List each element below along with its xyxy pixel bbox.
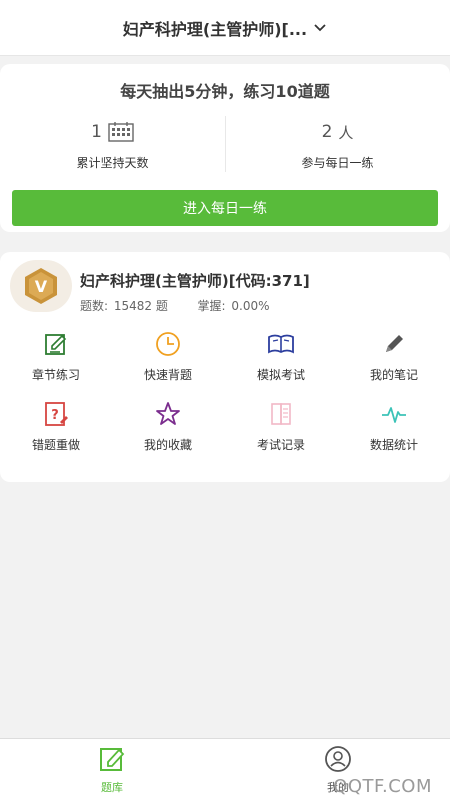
question-count-label: 题数:	[80, 299, 109, 313]
record-book-icon	[271, 403, 291, 425]
page-title[interactable]: 妇产科护理(主管护师)[...	[123, 16, 307, 40]
streak-days-label: 累计坚持天数	[76, 156, 149, 170]
feature-label: 模拟考试	[256, 368, 305, 382]
bank-meta: 题数: 15482 题 掌握: 0.00%	[80, 297, 272, 314]
pencil-icon	[386, 335, 403, 352]
feature-chapter-practice[interactable]: 章节练习	[0, 330, 112, 390]
feature-label: 章节练习	[31, 368, 80, 382]
feature-statistics[interactable]: 数据统计	[338, 400, 450, 460]
feature-exam-records[interactable]: 考试记录	[225, 400, 337, 460]
mastery-label: 掌握:	[197, 299, 226, 313]
feature-mock-exam[interactable]: 模拟考试	[225, 330, 337, 390]
tab-question-bank[interactable]: 题库	[72, 745, 152, 795]
streak-days-value: 1	[91, 122, 102, 142]
clock-icon	[156, 332, 180, 356]
bank-name[interactable]: 妇产科护理(主管护师)[代码:371]	[80, 270, 310, 291]
participants-unit: 人	[338, 123, 354, 142]
feature-label: 错题重做	[31, 438, 80, 452]
feature-redo-wrong[interactable]: ? 错题重做	[0, 400, 112, 460]
user-icon	[325, 746, 351, 772]
svg-text:?: ?	[51, 408, 59, 423]
badge-letter: V	[35, 277, 48, 296]
feature-my-notes[interactable]: 我的笔记	[338, 330, 450, 390]
chevron-down-icon[interactable]	[313, 21, 327, 35]
participants-label: 参与每日一练	[301, 156, 374, 170]
book-icon	[268, 334, 294, 354]
hexagon-v-icon: V	[25, 268, 57, 304]
feature-quick-review[interactable]: 快速背题	[112, 330, 224, 390]
top-bar[interactable]: 妇产科护理(主管护师)[...	[0, 0, 450, 56]
participants-stat: 2 人 参与每日一练	[225, 120, 450, 171]
daily-headline: 每天抽出5分钟，练习10道题	[120, 82, 330, 101]
tab-label: 题库	[101, 781, 123, 794]
question-bank-card: V 妇产科护理(主管护师)[代码:371] 题数: 15482 题 掌握: 0.…	[0, 252, 450, 482]
mastery-value: 0.00%	[231, 299, 270, 313]
feature-label: 我的笔记	[369, 368, 418, 382]
watermark: QQTF.COM	[333, 776, 432, 797]
question-doc-icon: ?	[45, 402, 68, 426]
feature-label: 考试记录	[256, 438, 305, 452]
streak-stat: 1 累计坚持天数	[0, 120, 225, 171]
vip-badge: V	[10, 260, 72, 312]
edit-icon	[45, 334, 67, 355]
feature-favorites[interactable]: 我的收藏	[112, 400, 224, 460]
star-icon	[156, 402, 180, 425]
calendar-icon	[108, 122, 134, 142]
participants-value: 2	[321, 122, 333, 142]
feature-label: 数据统计	[369, 438, 418, 452]
pulse-icon	[382, 407, 406, 423]
edit-tab-icon	[100, 748, 125, 771]
enter-daily-practice-button[interactable]: 进入每日一练	[12, 190, 438, 226]
feature-label: 快速背题	[143, 368, 192, 382]
daily-practice-card: 每天抽出5分钟，练习10道题 1 累计坚持天数 2 人 参与每日一练 进入每日一…	[0, 64, 450, 232]
question-count-value: 15482 题	[113, 299, 168, 313]
feature-label: 我的收藏	[143, 438, 192, 452]
